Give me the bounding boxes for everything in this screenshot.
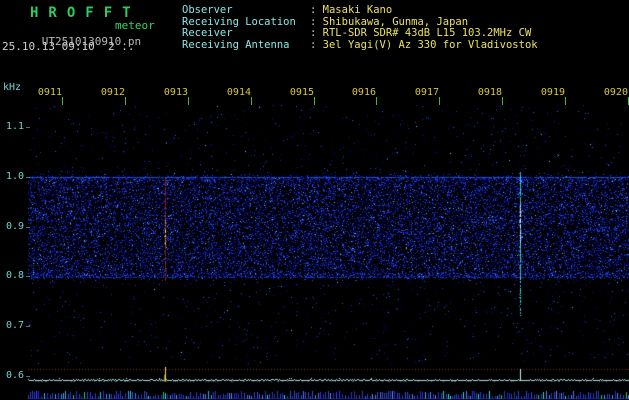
info-value: Masaki Kano — [322, 4, 393, 16]
x-tick-mark — [314, 97, 315, 105]
info-colon: : — [310, 15, 323, 28]
info-value: Shibukawa, Gunma, Japan — [322, 15, 469, 28]
y-tick-label: 0.6 — [5, 370, 24, 381]
hrofft-spectrogram-image: HROFFT UT2510130910.pn meteor 25.10.13 0… — [0, 0, 629, 400]
observation-info: Observer: Masaki Kano Receiving Location:… — [182, 4, 538, 52]
x-tick-label: 0916 — [351, 87, 376, 98]
x-tick-mark — [251, 97, 252, 105]
y-axis-unit: kHz — [3, 82, 22, 93]
x-tick-label: 0914 — [226, 87, 251, 98]
x-tick-label: 0917 — [414, 87, 439, 98]
x-tick-label: 0913 — [163, 87, 188, 98]
info-label: Observer — [182, 4, 233, 16]
x-tick-label: 0918 — [477, 87, 502, 98]
y-tick-label: 0.9 — [5, 221, 24, 232]
activity-ticks-canvas — [0, 387, 629, 400]
x-tick-mark — [565, 97, 566, 105]
y-tick-mark — [26, 177, 30, 178]
info-label: Receiving Antenna — [182, 38, 290, 51]
x-tick-label: 0912 — [100, 87, 125, 98]
x-tick-label: 0920 — [603, 87, 628, 98]
x-tick-mark — [188, 97, 189, 105]
x-tick-mark — [376, 97, 377, 105]
signal-level-canvas — [0, 366, 629, 387]
x-tick-mark — [439, 97, 440, 105]
x-tick-mark — [502, 97, 503, 105]
spectrogram-canvas — [0, 84, 629, 366]
y-tick-mark — [26, 276, 30, 277]
info-label: Receiver — [182, 27, 233, 39]
x-tick-mark — [125, 97, 126, 105]
y-tick-label: 1.1 — [5, 121, 24, 132]
info-colon: : — [310, 27, 323, 39]
y-tick-mark — [26, 227, 30, 228]
info-value: RTL-SDR SDR# 43dB L15 103.2MHz CW — [322, 27, 532, 39]
x-tick-mark — [62, 97, 63, 105]
observation-datetime: 25.10.13 09:10 2 .. — [2, 40, 135, 53]
info-colon: : — [310, 38, 323, 51]
y-tick-label: 0.7 — [5, 320, 24, 331]
x-tick-label: 0915 — [289, 87, 314, 98]
info-colon: : — [310, 4, 323, 16]
x-tick-label: 0919 — [540, 87, 565, 98]
info-row: Receiving Antenna: 3el Yagi(V) Az 330 fo… — [182, 38, 538, 52]
info-value: 3el Yagi(V) Az 330 for Vladivostok — [322, 38, 538, 51]
y-tick-mark — [26, 127, 30, 128]
x-tick-label: 0911 — [37, 87, 62, 98]
y-tick-mark — [26, 326, 30, 327]
y-tick-label: 0.8 — [5, 270, 24, 281]
y-tick-mark — [26, 376, 30, 377]
station-tag: meteor — [115, 19, 155, 32]
y-tick-label: 1.0 — [5, 171, 24, 182]
